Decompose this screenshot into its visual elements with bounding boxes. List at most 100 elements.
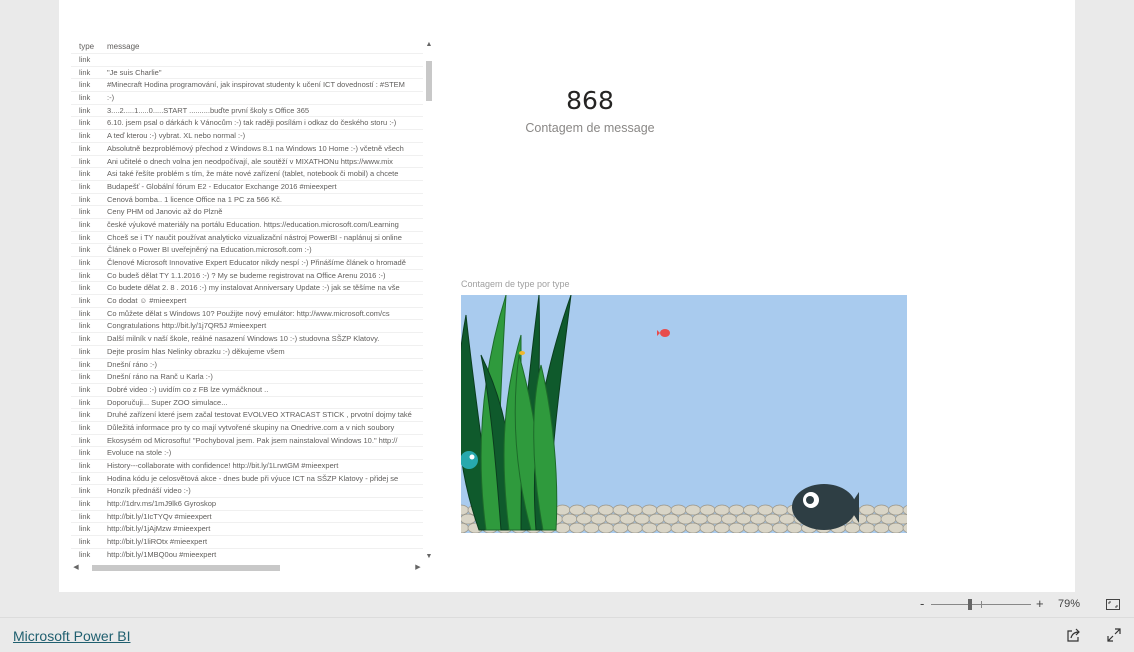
cell-type: link (79, 270, 91, 280)
cell-type: link (79, 283, 91, 293)
cell-type: link (79, 334, 91, 344)
cell-type: link (79, 219, 91, 229)
table-row[interactable]: link Cenová bomba.. 1 licence Office na 1… (71, 192, 423, 206)
pebble (873, 504, 890, 516)
table-row[interactable]: link http://bit.ly/1jAjMzw #mieexpert (71, 522, 423, 535)
pebble (859, 522, 875, 534)
card-label: Contagem de message (525, 121, 655, 135)
scroll-down-arrow-icon[interactable]: ▼ (425, 552, 433, 562)
table-row[interactable]: link Hodina kódu je celosvětová akce - dn… (71, 471, 423, 485)
table-row[interactable]: link Další milník v naší škole, reálné na… (71, 332, 423, 345)
pebble (583, 504, 600, 516)
table-row[interactable]: link Honzík přednáší video :-) (71, 484, 423, 497)
table-row[interactable]: link 6.10. jsem psal o dárkách k Vánocům … (71, 116, 423, 129)
table-row[interactable]: link Co můžete dělat s Windows 10? Použij… (71, 306, 423, 320)
table-row[interactable]: link Článek o Power BI uveřejněný na Educ… (71, 243, 423, 256)
share-icon[interactable] (1067, 628, 1081, 642)
cell-type: link (79, 384, 91, 394)
scroll-left-arrow-icon[interactable]: ◀ (71, 564, 81, 572)
table-row[interactable]: link Důležitá informace pro ty co mají vy… (71, 420, 423, 434)
pebble (692, 513, 708, 525)
pebble (685, 504, 701, 516)
cell-message: Ceny PHM od Janovic až do Plzně (107, 207, 223, 217)
column-header-message[interactable]: message (107, 42, 139, 51)
table-row[interactable]: link "Je suis Charlie" (71, 65, 423, 79)
cell-message: http://bit.ly/1liROtx #mieexpert (107, 537, 208, 547)
zoom-out-button[interactable]: - (920, 596, 924, 611)
table-row[interactable]: link http://bit.ly/1IcTYQv #mieexpert (71, 509, 423, 523)
pebble (851, 513, 868, 525)
table-row[interactable]: link Ceny PHM od Janovic až do Plzně (71, 205, 423, 218)
cell-message: české výukové materiály na portálu Educa… (107, 219, 399, 229)
table-row[interactable]: link Evoluce na stole :-) (71, 446, 423, 459)
pebble (714, 504, 730, 516)
cell-type: link (79, 258, 91, 267)
cell-message: Dobré video :-) uvidím co z FB lze vymáč… (107, 384, 269, 394)
pebble (554, 522, 571, 534)
cell-message: Dejte prosím hlas Nelinky obrazku :-) dě… (107, 346, 285, 356)
pebble (561, 513, 578, 525)
table-row[interactable]: link History---collaborate with confidenc… (71, 459, 423, 472)
table-row[interactable]: link http://bit.ly/1liROtx #mieexpert (71, 535, 423, 548)
cell-message: 6.10. jsem psal o dárkách k Vánocům :-) … (107, 118, 397, 128)
table-row[interactable]: link Členové Microsoft Innovative Expert … (71, 256, 423, 269)
table-row[interactable]: link Asi také řešíte problém s tím, že má… (71, 167, 423, 180)
column-header-type[interactable]: type (79, 42, 94, 51)
table-row[interactable]: link #Minecraft Hodina programování, jak … (71, 78, 423, 91)
horizontal-scroll-thumb[interactable] (92, 565, 280, 571)
zoom-in-button[interactable]: + (1036, 596, 1044, 611)
pebble (714, 522, 730, 534)
table-row[interactable]: link Co budeš dělat TY 1.1.2016 :-) ? My … (71, 268, 423, 282)
cell-message: :-) (107, 93, 115, 103)
scroll-up-arrow-icon[interactable]: ▲ (425, 40, 433, 50)
message-count-card[interactable]: 868 Contagem de message (489, 80, 691, 150)
table-row[interactable]: link Dobré video :-) uvidím co z FB lze v… (71, 382, 423, 396)
cell-type: link (79, 118, 91, 128)
table-row[interactable]: link Absolutně bezproblémový přechod z Wi… (71, 141, 423, 155)
table-row[interactable]: link Ekosysém od Microsoftu! "Pochyboval … (71, 433, 423, 447)
table-row[interactable]: link Ani učitelé o dnech volna jen neodpo… (71, 154, 423, 168)
table-row[interactable]: link 3....2.....1.....0.....START .......… (71, 103, 423, 117)
pebble (743, 504, 759, 516)
table-row[interactable]: link Druhé zařízení které jsem začal test… (71, 408, 423, 421)
pebble (656, 504, 672, 516)
table-row[interactable]: link Congratulations http://bit.ly/1j7QR5… (71, 319, 423, 332)
cell-message: Absolutně bezproblémový přechod z Window… (107, 143, 404, 153)
horizontal-scrollbar[interactable]: ◀ ▶ (71, 564, 423, 572)
cell-type: link (79, 511, 91, 521)
vertical-scrollbar[interactable]: ▲ ▼ (425, 40, 433, 562)
cell-message: Asi také řešíte problém s tím, že máte n… (107, 169, 399, 179)
cell-message: Dnešní ráno na Ranč u Karla :-) (107, 372, 213, 382)
yellow-fish (519, 351, 525, 355)
table-row[interactable]: link (71, 53, 423, 66)
message-table[interactable]: type message link link "Je suis Charlie" li… (71, 40, 433, 572)
vertical-scroll-thumb[interactable] (426, 61, 432, 101)
table-row[interactable]: link:-) (71, 91, 423, 104)
table-row[interactable]: link Dnešní ráno na Ranč u Karla :-) (71, 370, 423, 383)
table-row[interactable]: link http://1drv.ms/1mJ9lk6 Gyroskop (71, 497, 423, 510)
zoom-slider-thumb[interactable] (968, 599, 972, 610)
cell-message: http://1drv.ms/1mJ9lk6 Gyroskop (107, 499, 217, 509)
pebble (685, 522, 701, 534)
table-row[interactable]: link Budapešť - Globální fórum E2 - Educa… (71, 179, 423, 193)
table-row[interactable]: link Doporučuji... Super ZOO simulace... (71, 395, 423, 409)
cell-type: link (79, 67, 91, 77)
power-bi-link[interactable]: Microsoft Power BI (13, 628, 130, 644)
table-row[interactable]: link české výukové materiály na portálu E… (71, 217, 423, 231)
fit-to-page-icon[interactable] (1106, 599, 1120, 610)
pebble (721, 513, 737, 525)
fullscreen-icon[interactable] (1107, 628, 1121, 642)
aquarium-visual[interactable] (453, 294, 926, 534)
table-row[interactable]: link Dejte prosím hlas Nelinky obrazku :-… (71, 344, 423, 358)
table-row[interactable]: link Co dodat ☺ #mieexpert (71, 294, 423, 307)
table-row[interactable]: link Co budete dělat 2. 8 . 2016 :-) my i… (71, 281, 423, 294)
table-row[interactable]: link Chceš se i TY naučit používat analyt… (71, 230, 423, 244)
table-row[interactable]: link Dnešní ráno :-) (71, 357, 423, 371)
pebble (895, 513, 911, 525)
cell-type: link (79, 143, 91, 153)
cell-type: link (79, 80, 91, 90)
scroll-right-arrow-icon[interactable]: ▶ (413, 564, 423, 572)
pebble (772, 504, 788, 516)
table-row[interactable]: link http://bit.ly/1MBQ0ou #mieexpert (71, 547, 423, 561)
table-row[interactable]: link A teď kterou :-) vybrat. XL nebo nor… (71, 129, 423, 142)
